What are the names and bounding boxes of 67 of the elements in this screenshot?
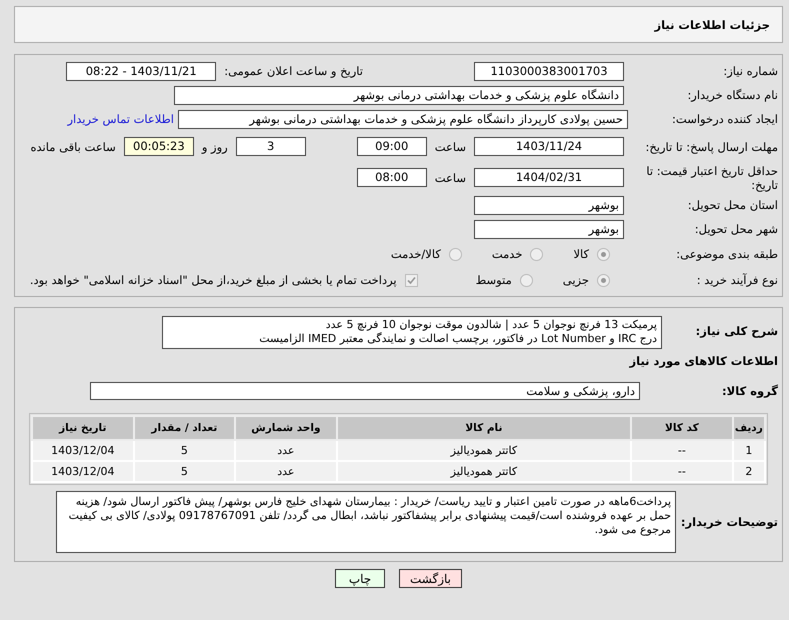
column-header: کد کالا <box>631 416 733 440</box>
province-field: بوشهر <box>474 196 624 214</box>
table-cell: 2 <box>732 461 765 482</box>
field-label: شهر محل تحویل: <box>694 222 779 236</box>
remaining-time-field: 00:05:23 <box>124 137 194 156</box>
option-label: خدمت <box>492 247 522 261</box>
field-label: نوع فرآیند خرید : <box>696 273 779 287</box>
field-label: ساعت <box>434 170 466 184</box>
table-cell: -- <box>631 461 733 482</box>
table-cell: 1 <box>732 440 765 461</box>
field-label: شرح کلی نیاز: <box>694 323 779 338</box>
validity-time-field: 08:00 <box>356 168 427 187</box>
field-label: تاریخ و ساعت اعلان عمومی: <box>224 64 363 78</box>
field-label: روز و <box>202 140 228 154</box>
payment-note: پرداخت تمام یا بخشی از مبلغ خرید،از محل "اسناد خزانه اسلامی" خواهد بود. <box>30 273 397 287</box>
days-field: 3 <box>236 137 306 156</box>
field-label: طبقه بندی موضوعی: <box>675 247 779 261</box>
table-cell: 5 <box>134 461 236 482</box>
description-line: درج IRC و Lot Number در فاکتور، برچسب اصالت و نمایندگی معتبر IMED الزامیست <box>258 332 657 346</box>
need-number-field: 1103000383001703 <box>474 62 624 80</box>
reply-date-field: 1403/11/24 <box>474 137 624 156</box>
requester-field: حسین پولادی کارپرداز دانشگاه علوم پزشکی و خدمات بهداشتی درمانی بوشهر <box>178 110 628 128</box>
field-label: شماره نیاز: <box>722 64 779 78</box>
reply-time-field: 09:00 <box>356 137 427 156</box>
field-label: گروه کالا: <box>721 384 779 398</box>
back-button[interactable]: بازگشت <box>399 569 462 588</box>
field-label: حداقل تاریخ اعتبار قیمت: تا تاریخ: <box>645 164 779 192</box>
buyer-org-field: دانشگاه علوم پزشکی و خدمات بهداشتی درمانی بوشهر <box>174 86 624 104</box>
buyer-contact-link[interactable]: اطلاعات تماس خریدار <box>67 112 174 126</box>
field-label: ساعت باقی مانده <box>30 140 116 154</box>
option-label: کالا <box>573 247 589 261</box>
option-label: متوسط <box>476 273 512 287</box>
city-field: بوشهر <box>474 220 624 238</box>
column-header: تاریخ نیاز <box>32 416 134 440</box>
field-label: استان محل تحویل: <box>686 198 779 212</box>
payment-checkbox[interactable] <box>404 274 418 286</box>
table-cell: 1403/12/04 <box>32 461 134 482</box>
buyer-notes-box: پرداخت6ماهه در صورت تامین اعتبار و تایید ریاست/ خریدار : بیمارستان شهدای خلیج فارس بوشهر/ پیش فاکتور ارسال شود/ هزینه حمل بر عهده فروشنده است/قیمت پیشنهادی برابر پیشفاکتور نباشد، ابطال می گردد/ تلفن 09178767091 پولادی/ کالای بی کیفیت مرجوع می شود. <box>56 491 676 553</box>
table-cell: عدد <box>235 461 337 482</box>
validity-date-field: 1404/02/31 <box>474 168 624 187</box>
column-header: واحد شمارش <box>235 416 337 440</box>
table-cell: -- <box>631 440 733 461</box>
section-heading: اطلاعات کالاهای مورد نیاز <box>628 353 779 370</box>
column-header: تعداد / مقدار <box>134 416 236 440</box>
radio-button[interactable] <box>597 248 610 260</box>
table-cell: عدد <box>235 440 337 461</box>
column-header: ردیف <box>732 416 765 440</box>
column-header: نام کالا <box>336 416 632 440</box>
field-label: ساعت <box>434 140 466 154</box>
field-label: ایجاد کننده درخواست: <box>671 112 779 126</box>
option-label: جزیی <box>562 273 589 287</box>
field-label: مهلت ارسال پاسخ: تا تاریخ: <box>644 140 779 154</box>
table-cell: 1403/12/04 <box>32 440 134 461</box>
radio-button[interactable] <box>520 274 533 286</box>
page-title: جزئیات اطلاعات نیاز <box>14 6 783 43</box>
option-label: کالا/خدمت <box>390 247 441 261</box>
goods-group-field: دارو، پزشکی و سلامت <box>90 382 640 400</box>
radio-button[interactable] <box>597 274 610 286</box>
radio-button[interactable] <box>448 248 462 260</box>
table-cell: کاتتر همودیالیز <box>336 440 632 461</box>
print-button[interactable]: چاپ <box>335 569 385 588</box>
table-cell: 5 <box>134 440 236 461</box>
announce-date-field: 1403/11/21 - 08:22 <box>66 62 216 80</box>
description-line: پرمیکت 13 فرنچ نوجوان 5 عدد | شالدون موقت نوجوان 10 فرنچ 5 عدد <box>324 318 657 332</box>
table-cell: کاتتر همودیالیز <box>336 461 632 482</box>
field-label: نام دستگاه خریدار: <box>686 88 779 102</box>
radio-button[interactable] <box>530 248 544 260</box>
